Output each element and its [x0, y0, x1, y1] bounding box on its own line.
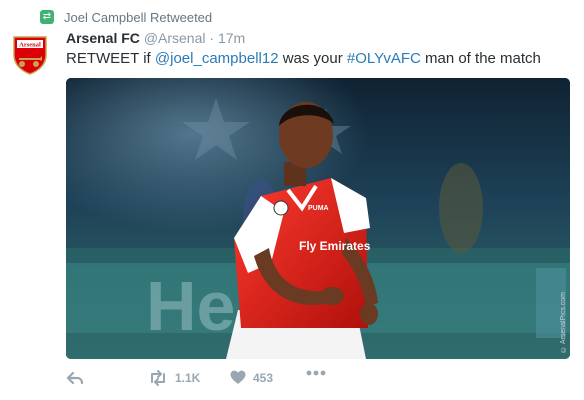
mention-link[interactable]: @joel_campbell12	[155, 50, 279, 67]
retweet-icon	[151, 370, 165, 386]
tweet-actions: 1.1K 453	[66, 370, 366, 392]
shirt-brand-text: PUMA	[308, 205, 329, 212]
reply-icon	[66, 371, 84, 385]
football-player-photo: Hei Fly Emirates PUMA	[66, 78, 570, 359]
avatar-crest-text: Arsenal	[19, 42, 41, 49]
author-handle[interactable]: @Arsenal	[144, 30, 206, 46]
more-options-button[interactable]	[306, 370, 326, 376]
like-button[interactable]: 453	[230, 370, 273, 385]
heart-icon	[230, 370, 246, 384]
tweet-header: Arsenal FC @Arsenal · 17m	[66, 29, 245, 47]
retweet-badge-icon: ⇄	[40, 10, 54, 24]
tweet-text-prefix: RETWEET if	[66, 50, 155, 67]
retweet-context: ⇄ Joel Campbell Retweeted	[40, 8, 212, 26]
separator-dot: ·	[209, 30, 215, 46]
like-count: 453	[253, 370, 274, 385]
author-name[interactable]: Arsenal FC	[66, 30, 140, 46]
tweet-timestamp[interactable]: 17m	[218, 30, 245, 46]
reply-button[interactable]	[66, 370, 84, 386]
hashtag-link[interactable]: #OLYvAFC	[347, 50, 421, 67]
tweet-text: RETWEET if @joel_campbell12 was your #OL…	[66, 49, 541, 69]
retweet-context-text[interactable]: Joel Campbell Retweeted	[64, 10, 212, 25]
avatar[interactable]: Arsenal	[12, 35, 48, 75]
retweet-count: 1.1K	[175, 371, 201, 385]
tweet-text-middle: was your	[278, 50, 347, 67]
shirt-sponsor-text: Fly Emirates	[299, 239, 371, 253]
tweet-text-suffix: man of the match	[420, 50, 541, 67]
more-dots-icon	[306, 370, 326, 376]
tweet-photo[interactable]: Hei Fly Emirates PUMA © ArsenalPics.com	[66, 78, 570, 359]
retweet-button[interactable]: 1.1K	[148, 370, 200, 386]
photo-credit: © ArsenalPics.com	[560, 292, 567, 353]
tweet-card[interactable]: ⇄ Joel Campbell Retweeted Arsenal Arsena…	[0, 0, 584, 400]
arsenal-crest-icon: Arsenal	[13, 36, 47, 75]
